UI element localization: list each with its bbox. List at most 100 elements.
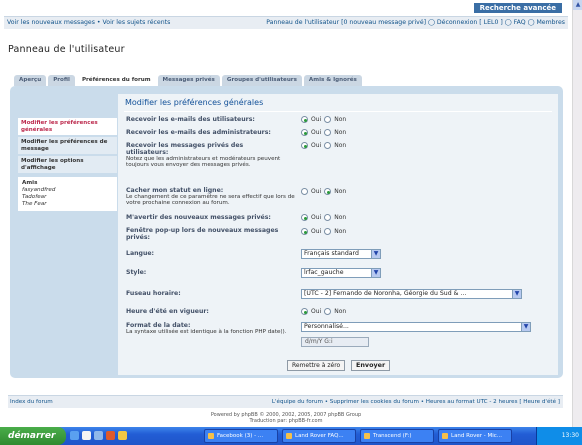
clock: 13:30 xyxy=(561,432,579,439)
radio-no-label: Non xyxy=(334,228,347,235)
quick-launch-icon[interactable] xyxy=(82,431,91,440)
powered-by: Powered by phpBB © 2000, 2002, 2005, 200… xyxy=(0,412,572,424)
quick-launch-icon[interactable] xyxy=(70,431,79,440)
radio-no[interactable] xyxy=(324,228,332,235)
chevron-down-icon: ▼ xyxy=(371,269,380,277)
reset-button[interactable]: Remettre à zéro xyxy=(287,360,346,371)
style-select[interactable]: lrfac_gauche ▼ xyxy=(301,268,381,278)
radio-yes-label: Oui xyxy=(311,142,322,149)
radio-yes[interactable] xyxy=(301,129,308,136)
new-messages-links[interactable]: Voir les nouveaux messages • Voir les su… xyxy=(7,19,170,26)
radio-yes-label: Oui xyxy=(311,116,322,123)
tab-overview[interactable]: Aperçu xyxy=(14,75,47,86)
chevron-down-icon: ▼ xyxy=(521,323,530,331)
page-title: Panneau de l'utilisateur xyxy=(8,44,125,55)
radio-yes-label: Oui xyxy=(311,214,322,221)
divider xyxy=(124,111,552,112)
row-admin-email: Recevoir les e-mails des administrateurs… xyxy=(126,129,296,136)
preferences-form: Modifier les préférences générales Recev… xyxy=(118,94,558,375)
radio-yes[interactable] xyxy=(301,228,308,235)
row-style: Style: xyxy=(126,269,146,276)
quick-launch-icon[interactable] xyxy=(94,431,103,440)
tab-private-messages[interactable]: Messages privés xyxy=(157,75,220,86)
forum-index-link[interactable]: Index du forum xyxy=(10,396,53,408)
system-tray: 13:30 xyxy=(536,427,582,445)
radio-no[interactable] xyxy=(324,129,332,136)
label-users-email: Recevoir les e-mails des utilisateurs: xyxy=(126,116,255,123)
language-select[interactable]: Français standard ▼ xyxy=(301,249,381,259)
tab-friends-foes[interactable]: Amis & Ignorés xyxy=(303,75,362,86)
quick-launch-icon[interactable] xyxy=(118,431,127,440)
radio-yes-label: Oui xyxy=(311,308,322,315)
row-pm-users: Recevoir les messages privés des utilisa… xyxy=(126,142,286,169)
user-links[interactable]: Panneau de l'utilisateur [0 nouveau mess… xyxy=(266,17,565,29)
radio-no[interactable] xyxy=(324,188,332,195)
note-date-format: La syntaxe utilisée est identique à la f… xyxy=(126,329,287,335)
radio-no[interactable] xyxy=(324,308,332,315)
radio-yes[interactable] xyxy=(301,308,308,315)
radio-no[interactable] xyxy=(324,142,332,149)
row-timezone: Fuseau horaire: xyxy=(126,290,181,297)
row-date-format: Format de la date: La syntaxe utilisée e… xyxy=(126,322,294,335)
sidebar-item-general-prefs[interactable]: Modifier les préférences générales xyxy=(18,118,117,135)
language-value: Français standard xyxy=(304,250,359,257)
nav-links-bar: Voir les nouveaux messages • Voir les su… xyxy=(4,16,568,29)
custom-date-input[interactable]: d/m/Y G:i xyxy=(301,337,369,347)
radio-dst: Oui Non xyxy=(301,308,346,315)
top-bar: Recherche avancée xyxy=(0,0,572,15)
advanced-search-link[interactable]: Recherche avancée xyxy=(473,3,562,13)
label-notify-pm: M'avertir des nouveaux messages privés: xyxy=(126,214,271,221)
radio-admin-email: Oui Non xyxy=(301,129,346,136)
sidebar-item-message-prefs[interactable]: Modifier les préférences de message xyxy=(18,137,117,154)
taskbar-item-facebook[interactable]: Facebook (3) - ... xyxy=(204,429,278,443)
radio-no-label: Non xyxy=(334,188,347,195)
chevron-down-icon: ▼ xyxy=(512,290,521,298)
radio-no[interactable] xyxy=(324,214,332,221)
quick-launch xyxy=(70,431,127,440)
radio-popup-pm: Oui Non xyxy=(301,228,346,235)
radio-pm-users: Oui Non xyxy=(301,142,346,149)
form-heading: Modifier les préférences générales xyxy=(125,98,264,107)
label-dst: Heure d'été en vigueur: xyxy=(126,308,209,315)
submit-button[interactable]: Envoyer xyxy=(351,360,391,371)
note-pm-users: Notez que les administrateurs et modérat… xyxy=(126,156,281,169)
vertical-scrollbar[interactable]: ▲ xyxy=(572,0,582,427)
footer-bar: Index du forum L'équipe du forum • Suppr… xyxy=(8,395,563,408)
radio-yes[interactable] xyxy=(301,188,308,195)
label-date-format: Format de la date: xyxy=(126,322,191,329)
radio-yes-label: Oui xyxy=(311,129,322,136)
radio-yes[interactable] xyxy=(301,142,308,149)
radio-no-label: Non xyxy=(334,129,347,136)
radio-no[interactable] xyxy=(324,116,332,123)
tab-user-groups[interactable]: Groupes d'utilisateurs xyxy=(221,75,302,86)
friend-link[interactable]: The Fear xyxy=(22,201,113,208)
quick-launch-icon[interactable] xyxy=(106,431,115,440)
tab-forum-preferences[interactable]: Préférences du forum xyxy=(76,75,156,86)
tab-profile[interactable]: Profil xyxy=(48,75,75,86)
label-popup-pm: Fenêtre pop-up lors de nouveaux messages… xyxy=(126,227,279,241)
scroll-up-icon[interactable]: ▲ xyxy=(573,0,582,10)
friend-link[interactable]: Tadofear xyxy=(22,194,113,201)
taskbar-item-landrover-faq[interactable]: Land Rover FAQ... xyxy=(282,429,356,443)
timezone-value: [UTC - 2] Fernando de Noronha, Géorgie d… xyxy=(304,290,467,297)
radio-yes[interactable] xyxy=(301,214,308,221)
chevron-down-icon: ▼ xyxy=(371,250,380,258)
start-button[interactable]: démarrer xyxy=(0,427,66,445)
taskbar-item-landrover-mic[interactable]: Land Rover - Mic... xyxy=(438,429,512,443)
translation-line: Traduction par: phpBB-fr.com xyxy=(249,418,323,424)
date-format-select[interactable]: Personnalisé... ▼ xyxy=(301,322,531,332)
windows-taskbar: démarrer Facebook (3) - ... Land Rover F… xyxy=(0,427,582,445)
friends-box: Amis fasyandfred Tadofear The Fear xyxy=(18,177,117,211)
radio-yes[interactable] xyxy=(301,116,308,123)
footer-links[interactable]: L'équipe du forum • Supprimer les cookie… xyxy=(272,396,560,408)
timezone-select[interactable]: [UTC - 2] Fernando de Noronha, Géorgie d… xyxy=(301,289,522,299)
friend-link[interactable]: fasyandfred xyxy=(22,187,113,194)
radio-no-label: Non xyxy=(334,308,347,315)
tab-bar: Aperçu Profil Préférences du forum Messa… xyxy=(14,75,362,86)
style-value: lrfac_gauche xyxy=(304,269,344,276)
taskbar-item-transcend[interactable]: Transcend (F:) xyxy=(360,429,434,443)
sidebar-item-display-options[interactable]: Modifier les options d'affichage xyxy=(18,156,117,173)
radio-no-label: Non xyxy=(334,142,347,149)
sidebar: Modifier les préférences générales Modif… xyxy=(18,118,117,211)
friends-title: Amis xyxy=(22,180,38,186)
